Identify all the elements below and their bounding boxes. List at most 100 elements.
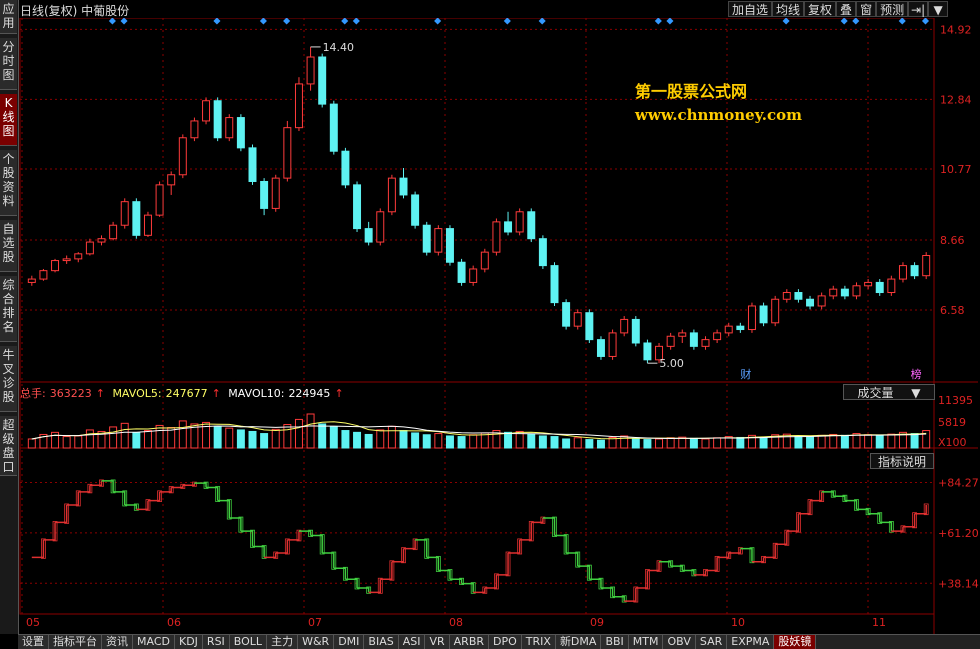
price-tick-label: 10.77	[940, 163, 972, 176]
indicator-help-button[interactable]: 指标说明	[870, 453, 934, 469]
month-tick-label: 06	[167, 616, 181, 629]
volume-bar	[666, 437, 675, 449]
candle-body	[596, 339, 605, 357]
indicator-tab-22[interactable]: 股妖镜	[774, 635, 817, 649]
indicator-tab-16[interactable]: 新DMA	[555, 635, 602, 649]
candle-body	[294, 83, 303, 129]
volume-bar	[504, 431, 513, 449]
candle-body	[910, 265, 919, 277]
candle-body	[387, 177, 396, 213]
volume-bar	[840, 434, 849, 449]
sidebar-tab-0[interactable]: 应用	[0, 0, 17, 34]
indicator-tick-label: +38.14	[938, 577, 979, 590]
candle-body	[817, 295, 826, 307]
indicator-tab-4[interactable]: KDJ	[174, 635, 203, 649]
volume-bar	[469, 434, 478, 449]
candle-body	[689, 332, 698, 347]
volume-indicator-dropdown[interactable]: 成交量 ▼	[843, 384, 935, 400]
event-marker-icon	[259, 18, 267, 25]
volume-bar	[62, 436, 71, 449]
candle-body	[202, 100, 211, 122]
candle-body	[829, 288, 838, 297]
sidebar-tab-2[interactable]: K线图	[0, 94, 17, 146]
chart-title: 日线(复权) 中葡股份	[20, 4, 130, 18]
indicator-tab-6[interactable]: BOLL	[229, 635, 268, 649]
indicator-tab-0[interactable]: 设置	[18, 635, 49, 649]
candle-body	[109, 224, 118, 240]
candle-body	[318, 56, 327, 105]
indicator-tab-8[interactable]: W&R	[298, 635, 335, 649]
candle-body	[806, 298, 815, 307]
volume-bar	[143, 430, 152, 449]
candle-body	[864, 281, 873, 287]
candle-body	[329, 103, 338, 152]
volume-multiplier-label: X100	[938, 436, 967, 449]
volume-bar	[887, 433, 896, 449]
candle-body	[178, 137, 187, 176]
sidebar-tab-5[interactable]: 综合排名	[0, 276, 17, 342]
indicator-tab-5[interactable]: RSI	[202, 635, 230, 649]
month-tick-label: 05	[26, 616, 40, 629]
indicator-tab-9[interactable]: DMI	[334, 635, 365, 649]
add-favorite-button[interactable]: 加自选	[728, 1, 773, 17]
chevron-down-icon[interactable]: ▼	[928, 1, 949, 17]
indicator-tab-2[interactable]: 资讯	[102, 635, 133, 649]
indicator-tab-15[interactable]: TRIX	[521, 635, 556, 649]
volume-bar	[341, 430, 350, 449]
indicator-tab-18[interactable]: MTM	[628, 635, 664, 649]
forecast-button[interactable]: 预测	[876, 1, 909, 17]
moving-average-button[interactable]: 均线	[772, 1, 805, 17]
jump-end-icon[interactable]: ⇥|	[908, 1, 929, 17]
window-button[interactable]: 窗	[856, 1, 877, 17]
event-marker-icon	[352, 18, 360, 25]
volume-bar	[225, 427, 234, 449]
candle-body	[852, 285, 861, 297]
adjust-rights-button[interactable]: 复权	[804, 1, 837, 17]
sidebar-tab-7[interactable]: 超级盘口	[0, 416, 17, 476]
candle-body	[573, 312, 582, 327]
indicator-tab-1[interactable]: 指标平台	[49, 635, 102, 649]
indicator-tab-12[interactable]: VR	[425, 635, 450, 649]
volume-bar	[585, 439, 594, 449]
indicator-tab-21[interactable]: EXPMA	[727, 635, 775, 649]
candle-body	[155, 184, 164, 216]
indicator-tab-7[interactable]: 主力	[267, 635, 299, 649]
indicator-tab-10[interactable]: BIAS	[364, 635, 399, 649]
volume-bar	[132, 432, 141, 449]
candle-body	[51, 260, 60, 272]
sidebar-tab-4[interactable]: 自选股	[0, 220, 17, 272]
volume-bar	[109, 426, 118, 449]
toolbar: 加自选 均线 复权 叠 窗 预测 ⇥| ▼	[728, 1, 949, 17]
sidebar-tab-3[interactable]: 个股资料	[0, 150, 17, 216]
candle-body	[260, 180, 269, 209]
indicator-tab-3[interactable]: MACD	[133, 635, 175, 649]
volume-bar	[759, 436, 768, 449]
candle-body	[271, 177, 280, 209]
indicator-tab-13[interactable]: ARBR	[449, 635, 490, 649]
indicator-tab-11[interactable]: ASI	[398, 635, 426, 649]
candle-body	[434, 228, 443, 253]
candle-body	[364, 228, 373, 243]
volume-bar	[353, 431, 362, 449]
candle-body	[143, 214, 152, 236]
volume-bar	[910, 433, 919, 449]
volume-bar	[538, 435, 547, 449]
volume-bar	[283, 424, 292, 449]
candle-body	[562, 302, 571, 327]
indicator-tab-14[interactable]: DPO	[489, 635, 522, 649]
volume-bar	[364, 433, 373, 449]
indicator-tab-20[interactable]: SAR	[695, 635, 728, 649]
volume-bar	[573, 437, 582, 449]
volume-bar	[213, 425, 222, 449]
sidebar-tab-6[interactable]: 牛叉诊股	[0, 346, 17, 412]
candle-body	[724, 325, 733, 334]
candle-body	[515, 211, 524, 233]
indicator-tab-17[interactable]: BBI	[601, 635, 629, 649]
sidebar-tab-1[interactable]: 分时图	[0, 38, 17, 90]
indicator-tab-19[interactable]: OBV	[663, 635, 696, 649]
finance-badge-icon: 财	[740, 367, 751, 381]
volume-bar	[713, 437, 722, 449]
candle-body	[132, 201, 141, 236]
kline-chart[interactable]: 14.92 12.84 10.77 8.66 6.58 05 06 07 08 09 10 11 14.…	[18, 18, 980, 634]
overlay-button[interactable]: 叠	[836, 1, 857, 17]
